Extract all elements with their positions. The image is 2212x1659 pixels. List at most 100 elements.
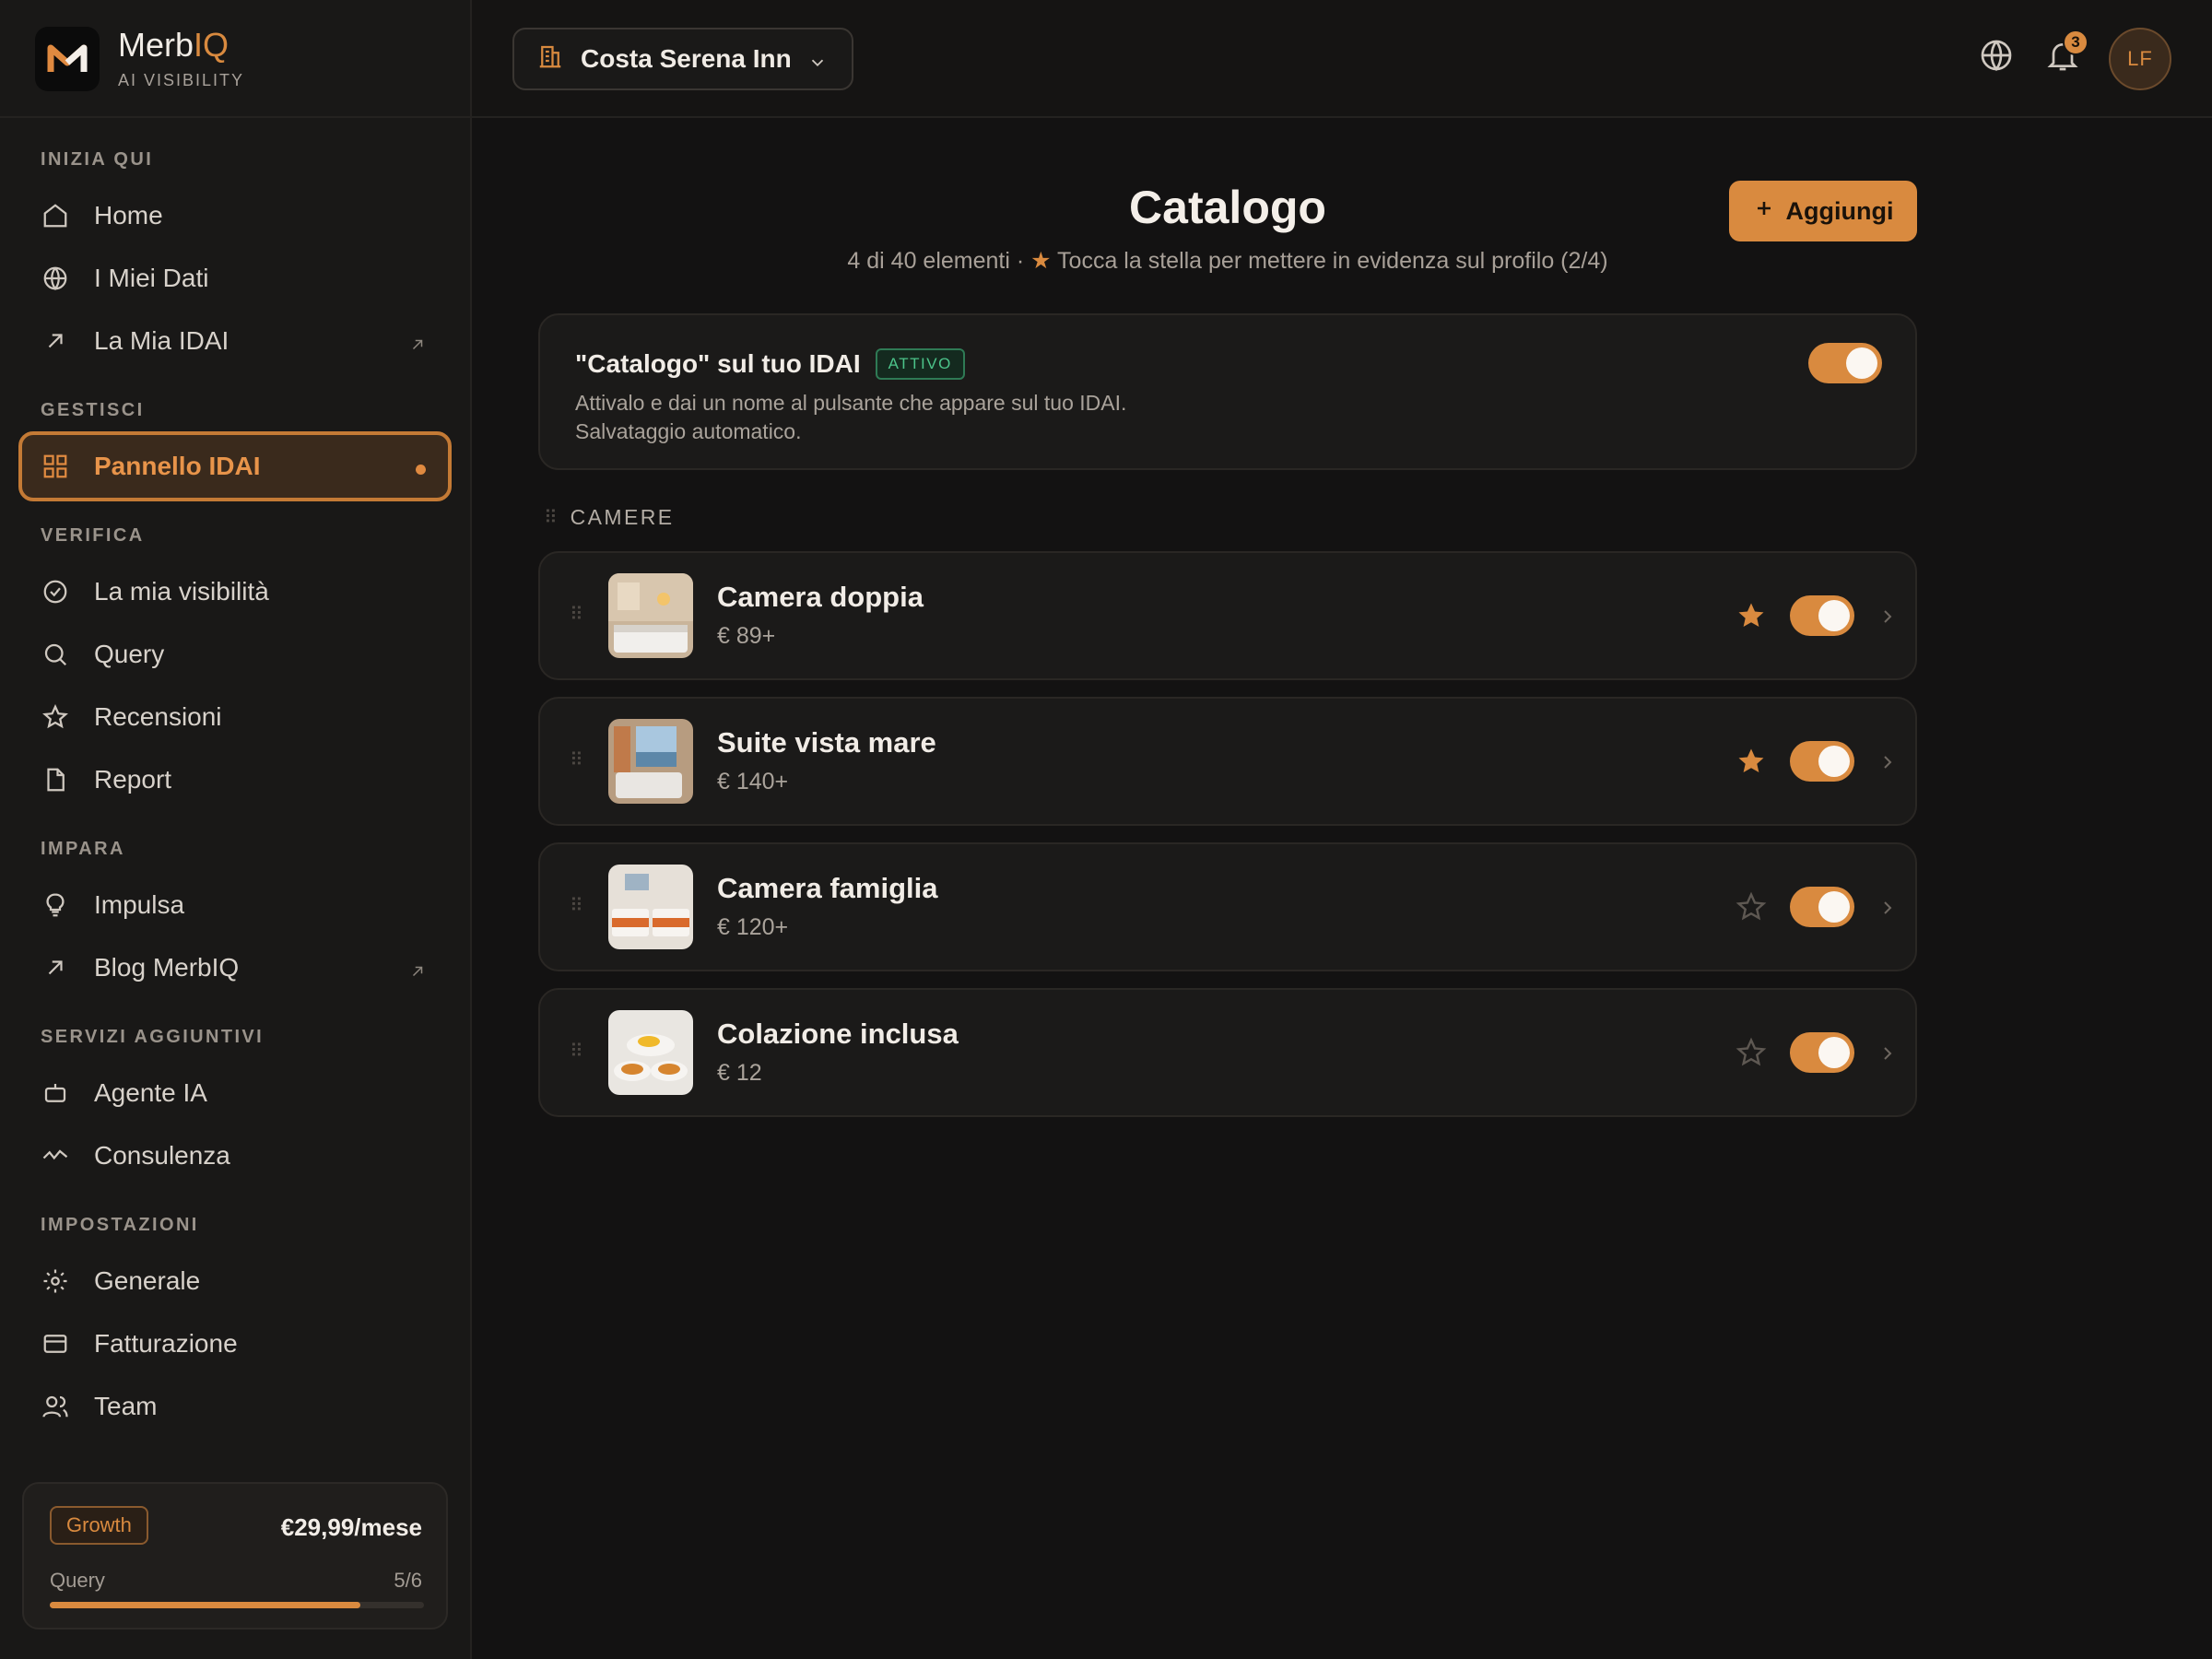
sidebar-item-label: Team [94, 1392, 158, 1420]
toggle-knob [1818, 746, 1850, 777]
catalog-feature-card: "Catalogo" sul tuo IDAI ATTIVO Attivalo … [538, 313, 1917, 470]
plan-price: €29,99/mese [280, 1513, 422, 1541]
drag-handle-icon[interactable]: ⠿ [570, 748, 583, 771]
language-button[interactable] [1974, 35, 2018, 79]
drag-handle-icon[interactable]: ⠿ [570, 894, 583, 917]
robot-icon [41, 1078, 70, 1108]
sidebar-item-la-mia-visibilita[interactable]: La mia visibilità [18, 562, 452, 621]
hotel-selector-label: Costa Serena Inn [581, 44, 792, 73]
item-enable-toggle[interactable] [1790, 741, 1854, 782]
catalog-enable-toggle[interactable] [1808, 343, 1882, 383]
catalog-item[interactable]: ⠿ Camera doppia € 89+ [538, 551, 1917, 680]
grid-icon [41, 452, 70, 481]
sidebar-item-label: Blog MerbIQ [94, 953, 240, 982]
catalog-item[interactable]: ⠿ Suite vista mare € 140+ [538, 697, 1917, 826]
section-camere: ⠿ CAMERE [544, 505, 675, 529]
sidebar-item-query[interactable]: Query [18, 625, 452, 684]
brand[interactable]: MerbIQ AI VISIBILITY [35, 26, 244, 92]
star-filled-icon[interactable] [1735, 599, 1771, 636]
add-button-label: Aggiungi [1785, 196, 1894, 225]
sidebar-item-consulenza[interactable]: Consulenza [18, 1126, 452, 1185]
item-price: € 12 [717, 1060, 762, 1086]
feature-title: "Catalogo" sul tuo IDAI ATTIVO [575, 348, 965, 380]
active-dot [416, 465, 426, 475]
sidebar-item-recensioni[interactable]: Recensioni [18, 688, 452, 747]
avatar[interactable]: LF [2109, 28, 2171, 90]
globe-icon [1978, 37, 2015, 78]
item-thumbnail [608, 865, 693, 949]
brand-subtitle: AI VISIBILITY [118, 70, 245, 89]
sidebar-item-agente-ia[interactable]: Agente IA [18, 1064, 452, 1123]
activity-icon [41, 1141, 70, 1171]
sidebar-item-label: Query [94, 640, 165, 668]
catalog-item[interactable]: ⠿ Camera famiglia € 120+ [538, 842, 1917, 971]
item-name: Suite vista mare [717, 726, 936, 759]
section-inizia-qui: INIZIA QUI [41, 149, 154, 170]
sidebar-item-la-mia-idai[interactable]: La Mia IDAI [18, 312, 452, 371]
item-name: Camera doppia [717, 581, 924, 613]
feature-description: Attivalo e dai un nome al pulsante che a… [575, 391, 1127, 443]
item-thumbnail [608, 1010, 693, 1095]
users-icon [41, 1392, 70, 1421]
globe-icon [41, 264, 70, 293]
star-outline-icon[interactable] [1735, 1036, 1771, 1073]
item-enable-toggle[interactable] [1790, 1032, 1854, 1073]
plan-usage-value: 5/6 [394, 1569, 422, 1592]
sidebar-item-home[interactable]: Home [18, 186, 452, 245]
sidebar-item-impulsa[interactable]: Impulsa [18, 876, 452, 935]
sidebar-item-blog-merbiq[interactable]: Blog MerbIQ [18, 938, 452, 997]
item-thumbnail [608, 573, 693, 658]
star-outline-icon[interactable] [1735, 890, 1771, 927]
file-icon [41, 765, 70, 794]
star-icon [41, 702, 70, 732]
section-gestisci: GESTISCI [41, 400, 145, 420]
building-icon [536, 42, 564, 76]
item-enable-toggle[interactable] [1790, 887, 1854, 927]
sidebar-item-report[interactable]: Report [18, 750, 452, 809]
chevron-right-icon[interactable] [1877, 892, 1899, 928]
sidebar-item-label: Home [94, 201, 163, 229]
gauge-icon [41, 577, 70, 606]
plan-card[interactable]: Growth €29,99/mese Query 5/6 [22, 1482, 448, 1630]
item-enable-toggle[interactable] [1790, 595, 1854, 636]
home-icon [41, 201, 70, 230]
sidebar-item-pannello-idai[interactable]: Pannello IDAI [18, 431, 452, 501]
sidebar-item-label: I Miei Dati [94, 264, 209, 292]
sidebar-item-label: Pannello IDAI [94, 452, 261, 480]
toggle-knob [1846, 347, 1877, 379]
sidebar-item-label: Consulenza [94, 1141, 230, 1170]
section-servizi-aggiuntivi: SERVIZI AGGIUNTIVI [41, 1027, 265, 1047]
item-name: Camera famiglia [717, 872, 938, 904]
section-impara: IMPARA [41, 839, 125, 859]
brand-name: MerbIQ [118, 25, 229, 64]
status-badge: ATTIVO [875, 348, 965, 380]
item-price: € 140+ [717, 769, 789, 794]
drag-handle-icon[interactable]: ⠿ [570, 603, 583, 626]
page-subtitle: 4 di 40 elementi · ★ Tocca la stella per… [847, 248, 1608, 274]
topbar: Costa Serena Inn 3 LF [472, 0, 2212, 118]
arrow-up-right-icon [41, 326, 70, 356]
toggle-knob [1818, 600, 1850, 631]
sidebar-item-label: Recensioni [94, 702, 222, 731]
external-link-icon [409, 957, 426, 986]
star-filled-icon[interactable] [1735, 745, 1771, 782]
hotel-selector[interactable]: Costa Serena Inn [512, 28, 853, 90]
add-button[interactable]: Aggiungi [1729, 181, 1917, 241]
drag-handle-icon[interactable]: ⠿ [544, 506, 558, 529]
sidebar-item-i-miei-dati[interactable]: I Miei Dati [18, 249, 452, 308]
gear-icon [41, 1266, 70, 1296]
chevron-right-icon[interactable] [1877, 747, 1899, 782]
plan-usage-bar [50, 1602, 424, 1608]
arrow-up-right-icon [41, 953, 70, 982]
sidebar-item-label: La Mia IDAI [94, 326, 229, 355]
notifications-button[interactable]: 3 [2041, 29, 2088, 79]
catalog-item[interactable]: ⠿ Colazione inclusa € 12 [538, 988, 1917, 1117]
toggle-knob [1818, 1037, 1850, 1068]
sidebar-item-team[interactable]: Team [18, 1377, 452, 1436]
sidebar-item-generale[interactable]: Generale [18, 1252, 452, 1311]
drag-handle-icon[interactable]: ⠿ [570, 1040, 583, 1063]
chevron-right-icon[interactable] [1877, 601, 1899, 637]
item-name: Colazione inclusa [717, 1018, 959, 1050]
sidebar-item-fatturazione[interactable]: Fatturazione [18, 1314, 452, 1373]
chevron-right-icon[interactable] [1877, 1038, 1899, 1074]
